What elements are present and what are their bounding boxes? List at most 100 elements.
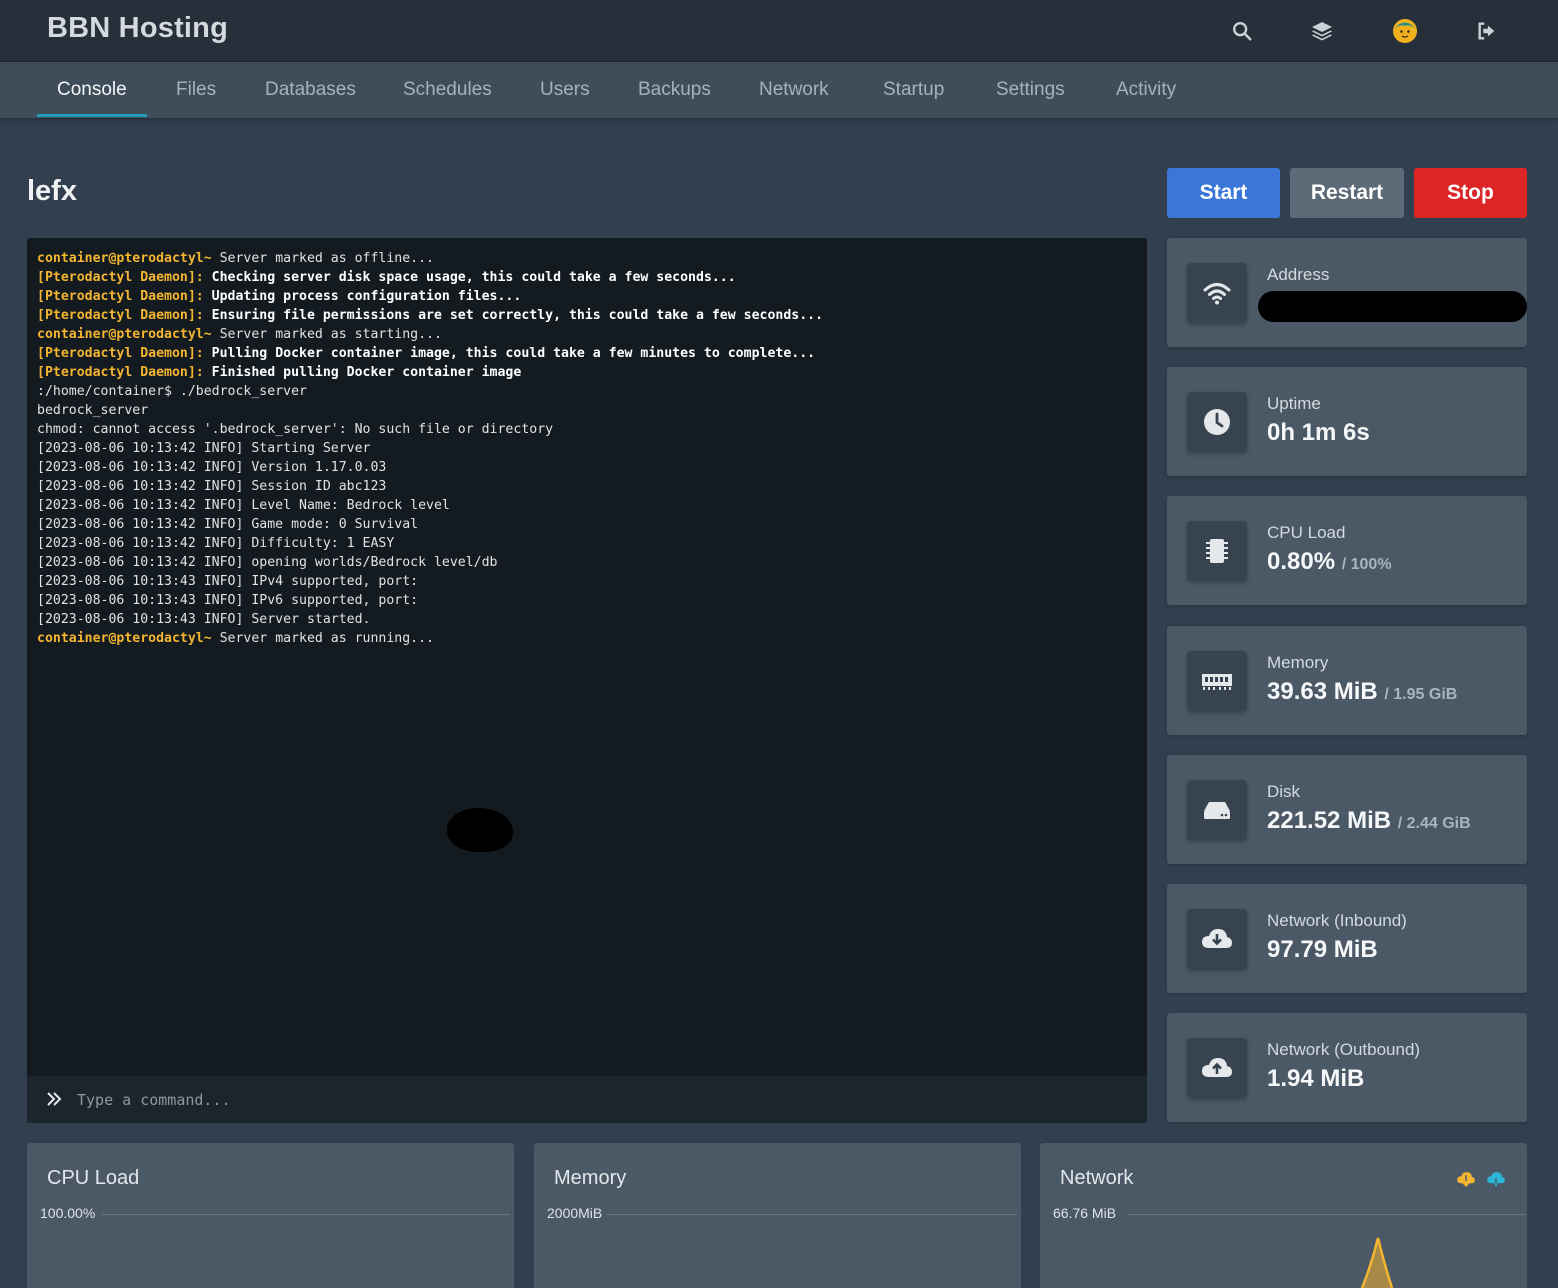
active-tab-indicator: [37, 114, 147, 117]
daemon-tag: [Pterodactyl Daemon]:: [37, 346, 204, 361]
console-line: [2023-08-06 10:13:42 INFO] Level Name: B…: [37, 496, 1137, 515]
console-line: [2023-08-06 10:13:42 INFO] Session ID ab…: [37, 477, 1137, 496]
console-line: bedrock_server: [37, 401, 1137, 420]
console-text: :/home/container$ ./bedrock_server: [37, 384, 307, 399]
redaction-mark: [447, 808, 513, 852]
console-text: Updating process configuration files...: [203, 289, 522, 304]
console-line: [2023-08-06 10:13:42 INFO] Version 1.17.…: [37, 458, 1137, 477]
restart-button[interactable]: Restart: [1290, 168, 1404, 218]
console-line: [2023-08-06 10:13:42 INFO] Starting Serv…: [37, 439, 1137, 458]
network-inbound-value: 97.79 MiB: [1267, 936, 1378, 963]
stat-card-network-inbound: Network (Inbound) 97.79 MiB: [1167, 884, 1527, 993]
graph-card-memory: Memory 2000MiB: [534, 1143, 1021, 1288]
cpu-icon: [1187, 521, 1247, 581]
start-button[interactable]: Start: [1167, 168, 1280, 218]
chevrons-right-icon: [45, 1090, 63, 1113]
stat-card-uptime: Uptime 0h 1m 6s: [1167, 367, 1527, 476]
console-line: [2023-08-06 10:13:43 INFO] IPv4 supporte…: [37, 572, 1137, 591]
console-text: Server marked as running...: [211, 631, 434, 646]
redaction-mark: [1258, 291, 1527, 322]
graph-title: CPU Load: [47, 1167, 140, 1189]
brand-title[interactable]: BBN Hosting: [47, 12, 228, 45]
stat-label: Network (Outbound): [1267, 1040, 1421, 1059]
memory-limit: / 1.95 GiB: [1384, 686, 1458, 703]
stat-label: Network (Inbound): [1267, 911, 1407, 930]
console-text: [2023-08-06 10:13:42 INFO] Starting Serv…: [37, 441, 371, 456]
console-text: chmod: cannot access '.bedrock_server': …: [37, 422, 554, 437]
console-text: bedrock_server: [37, 403, 149, 418]
console-prompt: container@pterodactyl~: [37, 251, 212, 266]
console-text: Pulling Docker container image, this cou…: [203, 346, 816, 361]
console-text: Checking server disk space usage, this c…: [203, 270, 736, 285]
avatar[interactable]: [1390, 16, 1420, 46]
console-line: [Pterodactyl Daemon]: Checking server di…: [37, 268, 1137, 287]
disk-value: 221.52 MiB / 2.44 GiB: [1267, 807, 1471, 835]
stat-card-memory: Memory 39.63 MiB / 1.95 GiB: [1167, 626, 1527, 735]
logout-icon[interactable]: [1472, 16, 1502, 46]
console-line: [Pterodactyl Daemon]: Updating process c…: [37, 287, 1137, 306]
uptime-value: 0h 1m 6s: [1267, 419, 1370, 446]
command-input[interactable]: [77, 1076, 1127, 1123]
graph-title: Memory: [554, 1167, 627, 1189]
tab-users[interactable]: Users: [540, 62, 590, 118]
console-text: [2023-08-06 10:13:43 INFO] Server starte…: [37, 612, 371, 627]
layers-icon[interactable]: [1307, 16, 1337, 46]
graph-card-network: Network 66.76 MiB: [1040, 1143, 1527, 1288]
clock-icon: [1187, 392, 1247, 452]
console-text: [2023-08-06 10:13:43 INFO] IPv6 supporte…: [37, 593, 419, 608]
stat-label: Address: [1267, 265, 1330, 284]
network-graph-plot: [1360, 1237, 1394, 1288]
server-name: lefx: [27, 175, 77, 207]
tab-network[interactable]: Network: [759, 62, 829, 118]
daemon-tag: [Pterodactyl Daemon]:: [37, 365, 204, 380]
tab-schedules[interactable]: Schedules: [403, 62, 492, 118]
console-line: [2023-08-06 10:13:42 INFO] Game mode: 0 …: [37, 515, 1137, 534]
cloud-download-icon: [1187, 909, 1247, 969]
console-text: [2023-08-06 10:13:42 INFO] Game mode: 0 …: [37, 517, 419, 532]
tab-files[interactable]: Files: [176, 62, 216, 118]
console-line: chmod: cannot access '.bedrock_server': …: [37, 420, 1137, 439]
console-text: Server marked as starting...: [211, 327, 442, 342]
stat-label: Memory: [1267, 653, 1329, 672]
console-text: [2023-08-06 10:13:42 INFO] Level Name: B…: [37, 498, 450, 513]
disk-current: 221.52 MiB: [1267, 807, 1392, 834]
console-line: [Pterodactyl Daemon]: Pulling Docker con…: [37, 344, 1137, 363]
search-icon[interactable]: [1227, 16, 1257, 46]
memory-icon: [1187, 651, 1247, 711]
cpu-limit: / 100%: [1341, 556, 1392, 573]
console-text: [2023-08-06 10:13:43 INFO] IPv4 supporte…: [37, 574, 419, 589]
console-line: [2023-08-06 10:13:42 INFO] opening world…: [37, 553, 1137, 572]
console-prompt: container@pterodactyl~: [37, 631, 212, 646]
cpu-value: 0.80% / 100%: [1267, 548, 1392, 576]
stat-label: Uptime: [1267, 394, 1321, 413]
console-text: [2023-08-06 10:13:42 INFO] Session ID ab…: [37, 479, 387, 494]
tab-backups[interactable]: Backups: [638, 62, 711, 118]
console-panel[interactable]: container@pterodactyl~ Server marked as …: [27, 238, 1147, 1123]
stat-card-cpu: CPU Load 0.80% / 100%: [1167, 496, 1527, 605]
daemon-tag: [Pterodactyl Daemon]:: [37, 289, 204, 304]
graph-gridline: [102, 1214, 510, 1215]
console-text: [2023-08-06 10:13:42 INFO] Difficulty: 1…: [37, 536, 395, 551]
console-input-bar: [27, 1076, 1147, 1123]
network-outbound-value: 1.94 MiB: [1267, 1065, 1365, 1092]
daemon-tag: [Pterodactyl Daemon]:: [37, 308, 204, 323]
tab-console[interactable]: Console: [57, 62, 127, 118]
console-text: [2023-08-06 10:13:42 INFO] Version 1.17.…: [37, 460, 387, 475]
console-text: Server marked as offline...: [211, 251, 434, 266]
tab-activity[interactable]: Activity: [1116, 62, 1176, 118]
cloud-upload-icon: [1187, 1038, 1247, 1098]
console-text: [2023-08-06 10:13:42 INFO] opening world…: [37, 555, 498, 570]
disk-limit: / 2.44 GiB: [1397, 815, 1471, 832]
tab-settings[interactable]: Settings: [996, 62, 1065, 118]
stop-button[interactable]: Stop: [1414, 168, 1527, 218]
console-line: :/home/container$ ./bedrock_server: [37, 382, 1137, 401]
server-nav: Console Files Databases Schedules Users …: [0, 62, 1558, 118]
console-output: container@pterodactyl~ Server marked as …: [37, 249, 1137, 648]
top-navbar: BBN Hosting: [0, 0, 1558, 62]
stat-card-address: Address: [1167, 238, 1527, 347]
console-line: [Pterodactyl Daemon]: Finished pulling D…: [37, 363, 1137, 382]
console-text: Ensuring file permissions are set correc…: [203, 308, 824, 323]
stat-card-network-outbound: Network (Outbound) 1.94 MiB: [1167, 1013, 1527, 1122]
tab-startup[interactable]: Startup: [883, 62, 944, 118]
tab-databases[interactable]: Databases: [265, 62, 356, 118]
